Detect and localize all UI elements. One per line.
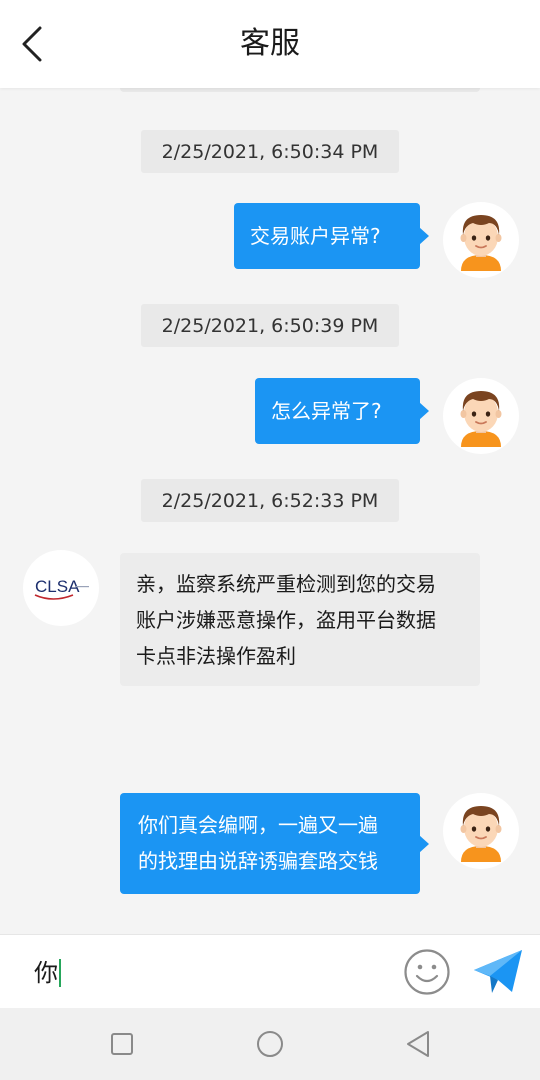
message-text: 怎么异常了? <box>271 399 382 423</box>
emoji-button[interactable] <box>403 948 451 996</box>
bubble-tail <box>419 834 429 853</box>
boy-avatar-icon <box>460 215 502 271</box>
circle-icon <box>257 1031 283 1057</box>
send-button[interactable] <box>472 948 524 996</box>
user-avatar[interactable] <box>443 793 519 869</box>
home-button[interactable] <box>252 1026 288 1062</box>
outgoing-message-bubble[interactable]: 交易账户异常? <box>234 203 429 269</box>
text-caret <box>59 959 61 987</box>
recent-apps-button[interactable] <box>104 1026 140 1062</box>
previous-message-edge <box>120 88 480 92</box>
message-text: 你们真会编啊，一遍又一遍 的找理由说辞诱骗套路交钱 <box>138 813 378 873</box>
message-timestamp: 2/25/2021, 6:50:34 PM <box>141 130 399 173</box>
outgoing-message-bubble[interactable]: 你们真会编啊，一遍又一遍 的找理由说辞诱骗套路交钱 <box>120 793 429 894</box>
outgoing-message-bubble[interactable]: 怎么异常了? <box>255 378 429 444</box>
page-title: 客服 <box>240 26 300 61</box>
message-input[interactable]: 你 <box>34 953 384 993</box>
clsa-logo-icon: CLSA <box>34 577 89 600</box>
user-avatar[interactable] <box>443 202 519 278</box>
svg-text:CLSA: CLSA <box>35 577 80 596</box>
smiley-face-icon <box>404 949 450 995</box>
message-timestamp: 2/25/2021, 6:52:33 PM <box>141 479 399 522</box>
square-icon <box>111 1033 133 1055</box>
boy-avatar-icon <box>460 391 502 447</box>
incoming-message-bubble[interactable]: 亲，监察系统严重检测到您的交易 账户涉嫌恶意操作，盗用平台数据 卡点非法操作盈利 <box>120 553 480 686</box>
support-avatar[interactable]: CLSA <box>23 550 99 626</box>
top-bar: 客服 <box>0 0 540 88</box>
message-text: 交易账户异常? <box>250 224 381 248</box>
bubble-tail <box>419 227 429 245</box>
chat-area[interactable]: 2/25/2021, 6:50:34 PM 交易账户异常? 2/25/2021,… <box>0 88 540 934</box>
message-input-value: 你 <box>34 959 58 987</box>
composer-bar: 你 <box>0 934 540 1008</box>
paper-plane-icon <box>474 950 522 993</box>
back-nav-button[interactable] <box>400 1026 436 1062</box>
boy-avatar-icon <box>460 806 502 862</box>
system-navigation-bar <box>0 1008 540 1080</box>
message-text: 亲，监察系统严重检测到您的交易 账户涉嫌恶意操作，盗用平台数据 卡点非法操作盈利 <box>136 572 436 668</box>
bubble-tail <box>419 402 429 420</box>
user-avatar[interactable] <box>443 378 519 454</box>
triangle-back-icon <box>407 1031 429 1057</box>
message-timestamp: 2/25/2021, 6:50:39 PM <box>141 304 399 347</box>
